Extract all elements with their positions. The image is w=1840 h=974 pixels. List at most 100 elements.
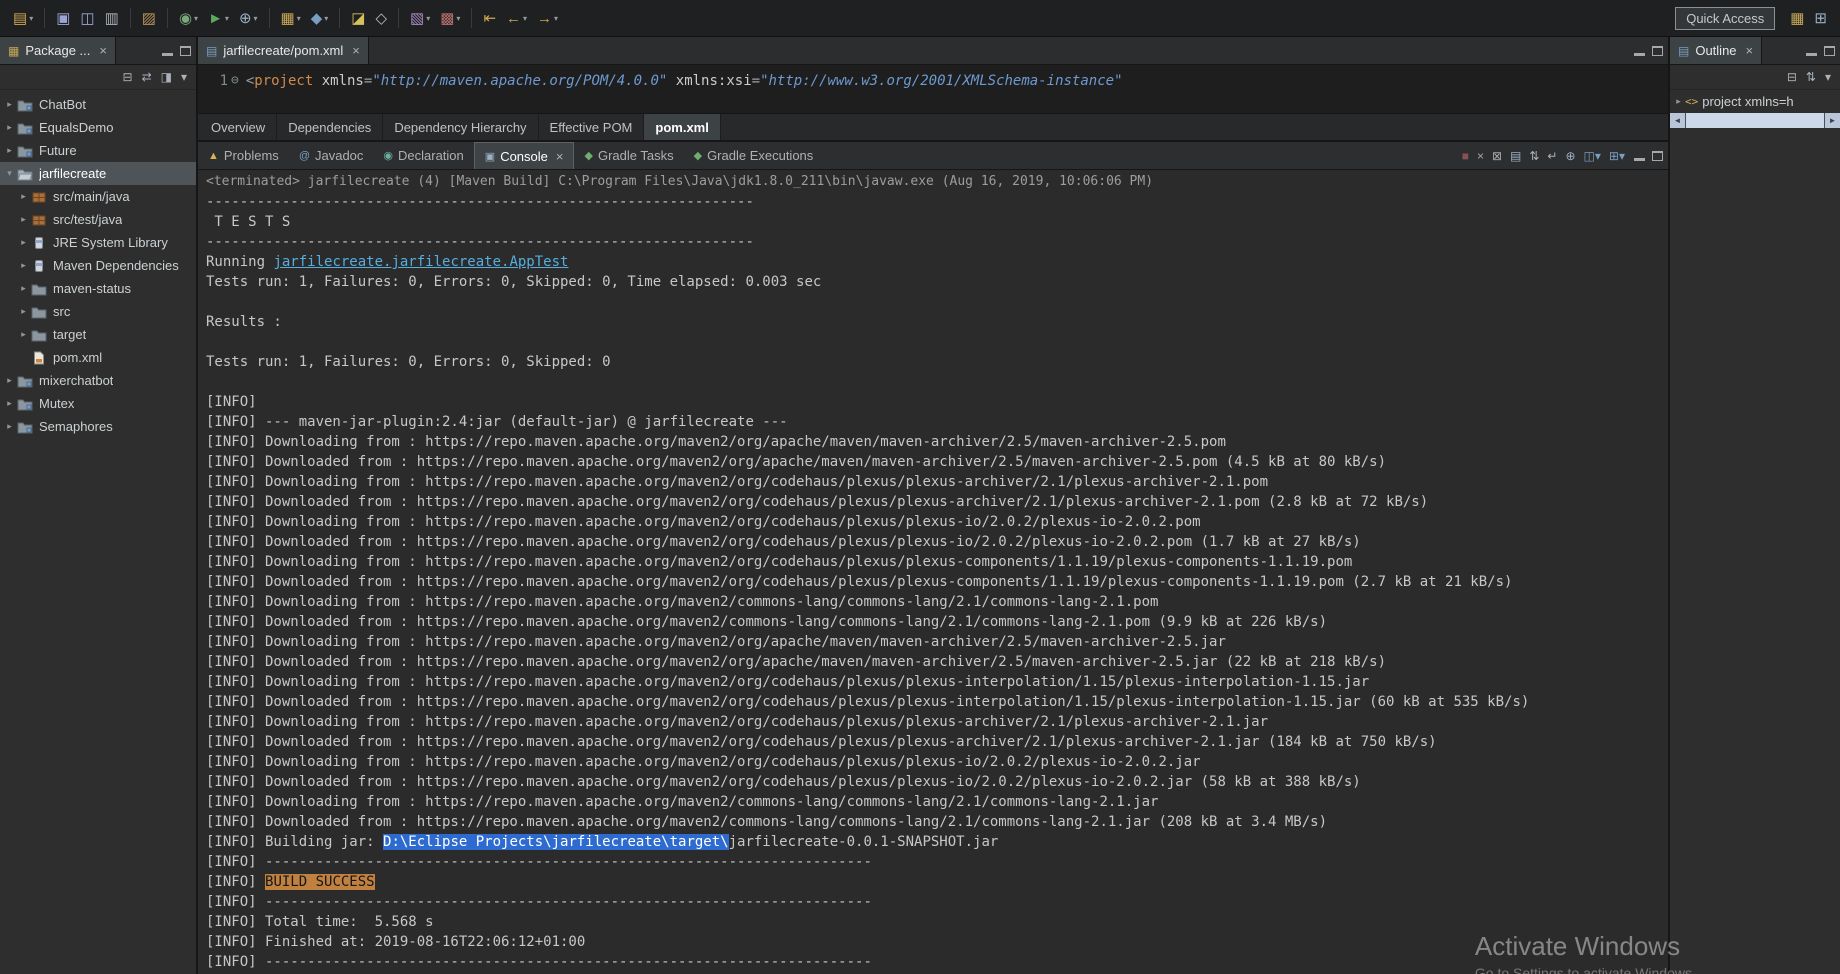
scrollbar-thumb[interactable] xyxy=(1686,113,1824,128)
expander-icon[interactable]: ▸ xyxy=(16,306,31,317)
expander-icon[interactable]: ▸ xyxy=(2,145,17,156)
expander-icon[interactable]: ▸ xyxy=(2,122,17,133)
tree-item-future[interactable]: ▸ Future xyxy=(0,139,196,162)
run-button[interactable]: ► ▾ xyxy=(204,6,233,30)
outline-item-project[interactable]: ▸ <> project xmlns=h xyxy=(1670,90,1840,112)
link-with-editor-icon[interactable]: ⇄ xyxy=(142,71,152,83)
chevron-down-icon[interactable]: ▾ xyxy=(426,14,430,23)
display-selected-console-icon[interactable]: ◫▾ xyxy=(1584,150,1601,162)
tree-item-pom-xml[interactable]: pom.xml xyxy=(0,346,196,369)
clear-console-icon[interactable]: ▤ xyxy=(1510,150,1521,162)
tree-item-equalsdemo[interactable]: ▸ EqualsDemo xyxy=(0,116,196,139)
last-edit-location-button[interactable]: ⇤ xyxy=(479,6,500,30)
minimize-icon[interactable] xyxy=(1806,52,1817,56)
minimize-icon[interactable] xyxy=(1634,52,1645,56)
expander-icon[interactable]: ▸ xyxy=(2,398,17,409)
tree-item-src[interactable]: ▸ src xyxy=(0,300,196,323)
outline-horizontal-scrollbar[interactable]: ◄ ► xyxy=(1670,113,1840,128)
tab-package-explorer[interactable]: ▦ Package ... × xyxy=(0,37,116,64)
chevron-down-icon[interactable]: ▾ xyxy=(254,14,258,23)
pom-tab-dependency-hierarchy[interactable]: Dependency Hierarchy xyxy=(383,114,539,140)
quick-access-button[interactable]: Quick Access xyxy=(1675,6,1776,30)
view-tab-console[interactable]: ▣ Console × xyxy=(473,142,575,169)
java-perspective-button[interactable]: ▦ xyxy=(1786,6,1808,30)
chevron-down-icon[interactable]: ▾ xyxy=(523,14,527,23)
save-button[interactable]: ▣ xyxy=(52,6,74,30)
view-tab-declaration[interactable]: ◉ Declaration xyxy=(373,142,473,169)
remove-launch-icon[interactable]: × xyxy=(1477,150,1484,162)
minimize-icon[interactable] xyxy=(162,52,173,56)
search-button[interactable]: ◪ xyxy=(347,6,369,30)
remove-all-launches-icon[interactable]: ⊠ xyxy=(1492,150,1502,162)
pom-tab-pom-xml[interactable]: pom.xml xyxy=(644,114,721,140)
word-wrap-icon[interactable]: ↵ xyxy=(1547,150,1557,162)
view-tab-gradle-executions[interactable]: ◆ Gradle Executions xyxy=(684,142,824,169)
chevron-down-icon[interactable]: ▾ xyxy=(29,14,33,23)
chevron-down-icon[interactable]: ▾ xyxy=(324,14,328,23)
tree-item-semaphores[interactable]: ▸ Semaphores xyxy=(0,415,196,438)
view-menu-icon[interactable]: ▾ xyxy=(1825,71,1831,83)
expander-icon[interactable]: ▾ xyxy=(2,168,17,179)
scroll-right-icon[interactable]: ► xyxy=(1825,113,1840,128)
expander-icon[interactable]: ▸ xyxy=(16,237,31,248)
pom-tab-effective-pom[interactable]: Effective POM xyxy=(539,114,645,140)
close-icon[interactable]: × xyxy=(556,149,564,164)
focus-on-active-task-icon[interactable]: ◨ xyxy=(161,71,172,83)
console-output[interactable]: ----------------------------------------… xyxy=(198,192,1668,974)
pom-tab-dependencies[interactable]: Dependencies xyxy=(277,114,384,140)
close-icon[interactable]: × xyxy=(99,43,107,58)
tree-item-jarfilecreate[interactable]: ▾ jarfilecreate xyxy=(0,162,196,185)
expander-icon[interactable]: ▸ xyxy=(2,375,17,386)
build-all-button[interactable]: ▨ xyxy=(138,6,160,30)
external-tools-button[interactable]: ⊕ ▾ xyxy=(235,6,262,30)
expander-icon[interactable]: ▸ xyxy=(1672,96,1685,107)
save-all-button[interactable]: ◫ xyxy=(76,6,98,30)
tree-item-target[interactable]: ▸ target xyxy=(0,323,196,346)
pin-console-icon[interactable]: ⊕ xyxy=(1565,150,1575,162)
pom-tab-overview[interactable]: Overview xyxy=(200,114,278,140)
chevron-down-icon[interactable]: ▾ xyxy=(456,14,460,23)
tree-item-mixerchatbot[interactable]: ▸ mixerchatbot xyxy=(0,369,196,392)
xml-editor[interactable]: 1 ⊖ <project xmlns = "http://maven.apache.… xyxy=(198,65,1668,114)
expander-icon[interactable]: ▸ xyxy=(16,329,31,340)
tab-pom-editor[interactable]: ▤ jarfilecreate/pom.xml × xyxy=(198,37,369,64)
maximize-icon[interactable] xyxy=(1652,45,1663,56)
tree-item-maven-status[interactable]: ▸ maven-status xyxy=(0,277,196,300)
annotations-button[interactable]: ▧ ▾ xyxy=(406,6,434,30)
maximize-icon[interactable] xyxy=(1824,45,1835,56)
expander-icon[interactable]: ▸ xyxy=(16,214,31,225)
expander-icon[interactable]: ▸ xyxy=(16,260,31,271)
print-button[interactable]: ▥ xyxy=(101,6,123,30)
open-perspective-button[interactable]: ⊞ xyxy=(1810,6,1831,30)
close-icon[interactable]: × xyxy=(352,43,360,58)
back-button[interactable]: ← ▾ xyxy=(502,6,531,30)
tab-outline[interactable]: ▤ Outline × xyxy=(1670,37,1763,64)
debug-button[interactable]: ◉ ▾ xyxy=(175,6,202,30)
chevron-down-icon[interactable]: ▾ xyxy=(225,14,229,23)
tree-item-src-main-java[interactable]: ▸ src/main/java xyxy=(0,185,196,208)
minimize-icon[interactable] xyxy=(1634,157,1645,161)
expander-icon[interactable]: ▸ xyxy=(2,99,17,110)
console-hyperlink[interactable]: jarfilecreate.jarfilecreate.AppTest xyxy=(273,254,568,270)
expander-icon[interactable]: ▸ xyxy=(2,421,17,432)
tree-item-src-test-java[interactable]: ▸ src/test/java xyxy=(0,208,196,231)
tree-item-maven-dependencies[interactable]: ▸ Maven Dependencies xyxy=(0,254,196,277)
chevron-down-icon[interactable]: ▾ xyxy=(194,14,198,23)
collapse-all-icon[interactable]: ⊟ xyxy=(1787,71,1797,83)
close-icon[interactable]: × xyxy=(1746,43,1754,58)
maximize-icon[interactable] xyxy=(1652,150,1663,161)
tree-item-jre-system-library[interactable]: ▸ JRE System Library xyxy=(0,231,196,254)
collapse-all-icon[interactable]: ⊟ xyxy=(123,71,133,83)
forward-button[interactable]: → ▾ xyxy=(533,6,562,30)
new-class-button[interactable]: ◆ ▾ xyxy=(307,6,333,30)
view-tab-problems[interactable]: ▲ Problems xyxy=(198,142,289,169)
open-console-icon[interactable]: ⊞▾ xyxy=(1609,150,1625,162)
view-tab-javadoc[interactable]: @ Javadoc xyxy=(289,142,374,169)
chevron-down-icon[interactable]: ▾ xyxy=(554,14,558,23)
view-menu-icon[interactable]: ▾ xyxy=(181,71,187,83)
coverage-button[interactable]: ▩ ▾ xyxy=(436,6,464,30)
open-type-button[interactable]: ◇ xyxy=(371,6,391,30)
view-tab-gradle-tasks[interactable]: ◆ Gradle Tasks xyxy=(574,142,683,169)
scroll-left-icon[interactable]: ◄ xyxy=(1670,113,1685,128)
sort-icon[interactable]: ⇅ xyxy=(1806,71,1816,83)
